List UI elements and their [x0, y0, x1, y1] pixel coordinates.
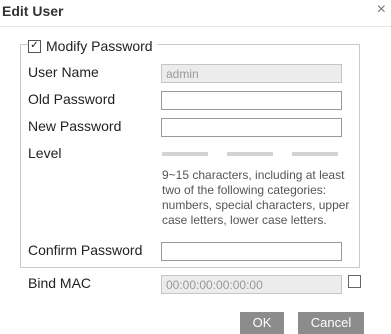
confirm-password-field[interactable] — [161, 242, 342, 261]
ok-button[interactable]: OK — [240, 312, 284, 334]
bind-mac-checkbox[interactable] — [348, 275, 361, 288]
bind-mac-field: 00:00:00:00:00:00 — [161, 275, 342, 294]
checkbox-checked-icon[interactable]: ✓ — [28, 39, 41, 53]
close-icon[interactable]: × — [377, 1, 386, 19]
old-password-label: Old Password — [28, 91, 116, 107]
strength-bar-medium — [227, 152, 273, 156]
user-name-field: admin — [161, 64, 342, 83]
new-password-field[interactable] — [161, 118, 342, 137]
modify-password-toggle[interactable]: ✓ Modify Password — [28, 38, 157, 54]
strength-bar-strong — [292, 152, 338, 156]
bind-mac-label: Bind MAC — [28, 275, 92, 291]
strength-bar-weak — [162, 152, 208, 156]
new-password-label: New Password — [28, 118, 122, 134]
user-name-label: User Name — [28, 64, 99, 80]
old-password-field[interactable] — [161, 91, 342, 110]
level-label: Level — [28, 145, 62, 161]
dialog-header: Edit User × — [0, 0, 391, 27]
modify-password-label: Modify Password — [46, 38, 153, 54]
password-hint: 9~15 characters, including at least two … — [162, 168, 350, 227]
dialog-title: Edit User — [2, 3, 64, 19]
cancel-button[interactable]: Cancel — [298, 312, 364, 334]
confirm-password-label: Confirm Password — [28, 242, 143, 258]
